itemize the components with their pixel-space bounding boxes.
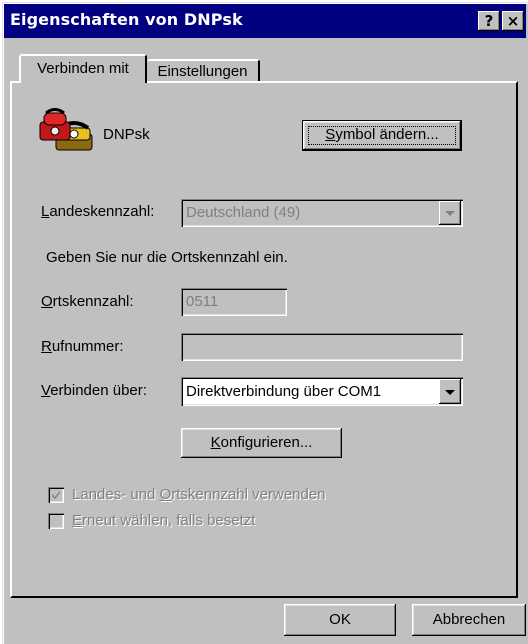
country-code-label: Landeskennzahl:: [41, 203, 154, 220]
phone-icon: [38, 108, 100, 156]
window-title: Eigenschaften von DNPsk: [10, 10, 243, 29]
connect-via-label: Verbinden über:: [41, 382, 147, 399]
dropdown-button[interactable]: [439, 379, 461, 404]
phone-number-input[interactable]: [181, 333, 463, 361]
country-code-value: Deutschland (49): [186, 204, 301, 221]
country-code-select[interactable]: Deutschland (49): [181, 199, 463, 227]
area-code-value: 0511: [186, 293, 219, 310]
chevron-down-icon: [445, 389, 455, 395]
use-codes-label-key: O: [159, 486, 172, 503]
phone-number-label-post: ufnummer:: [51, 338, 124, 355]
connect-via-label-key: V: [41, 382, 51, 399]
hint-text: Geben Sie nur die Ortskennzahl ein.: [46, 249, 288, 266]
redial-label-key: E: [72, 512, 83, 529]
phone-number-label-key: R: [41, 338, 52, 355]
configure-button[interactable]: Konfigurieren...: [181, 428, 342, 458]
use-codes-label-post: rtskennzahl verwenden: [171, 486, 326, 503]
title-bar[interactable]: Eigenschaften von DNPsk ? ×: [4, 4, 526, 38]
tab-label: Verbinden mit: [37, 60, 129, 77]
connect-via-value: Direktverbindung über COM1: [186, 383, 382, 400]
help-button[interactable]: ?: [478, 11, 500, 31]
configure-button-label-post: onfigurieren...: [220, 434, 313, 451]
redial-label-post: rneut wählen, falls besetzt: [82, 512, 256, 529]
area-code-label: Ortskennzahl:: [41, 293, 134, 310]
redial-label[interactable]: Erneut wählen, falls besetzt: [72, 512, 255, 529]
close-button[interactable]: ×: [502, 11, 524, 31]
redial-checkbox[interactable]: [48, 513, 64, 529]
use-codes-label-pre: Landes- und: [72, 486, 160, 503]
connect-via-select[interactable]: Direktverbindung über COM1: [181, 377, 463, 406]
tab-einstellungen[interactable]: Einstellungen: [147, 59, 260, 83]
use-codes-checkbox[interactable]: [48, 487, 64, 503]
chevron-down-icon: [445, 211, 455, 216]
area-code-label-key: O: [41, 293, 53, 310]
checkmark-icon: [52, 491, 60, 499]
use-codes-label[interactable]: Landes- und Ortskennzahl verwenden: [72, 486, 326, 503]
area-code-input[interactable]: 0511: [181, 288, 287, 316]
dropdown-button[interactable]: [439, 201, 461, 225]
area-code-label-post: rtskennzahl:: [52, 293, 134, 310]
connect-via-label-post: erbinden über:: [50, 382, 147, 399]
change-icon-button[interactable]: Symbol ändern...: [302, 120, 462, 151]
connection-name: DNPsk: [103, 126, 150, 143]
tab-label: Einstellungen: [157, 63, 248, 80]
cancel-button[interactable]: Abbrechen: [412, 604, 526, 636]
focus-rect: [308, 126, 456, 145]
phone-number-label: Rufnummer:: [41, 338, 124, 355]
configure-button-label-key: K: [210, 434, 221, 451]
country-code-label-post: andeskennzahl:: [49, 203, 155, 220]
ok-button[interactable]: OK: [284, 604, 396, 636]
tab-verbinden-mit[interactable]: Verbinden mit: [19, 54, 147, 83]
